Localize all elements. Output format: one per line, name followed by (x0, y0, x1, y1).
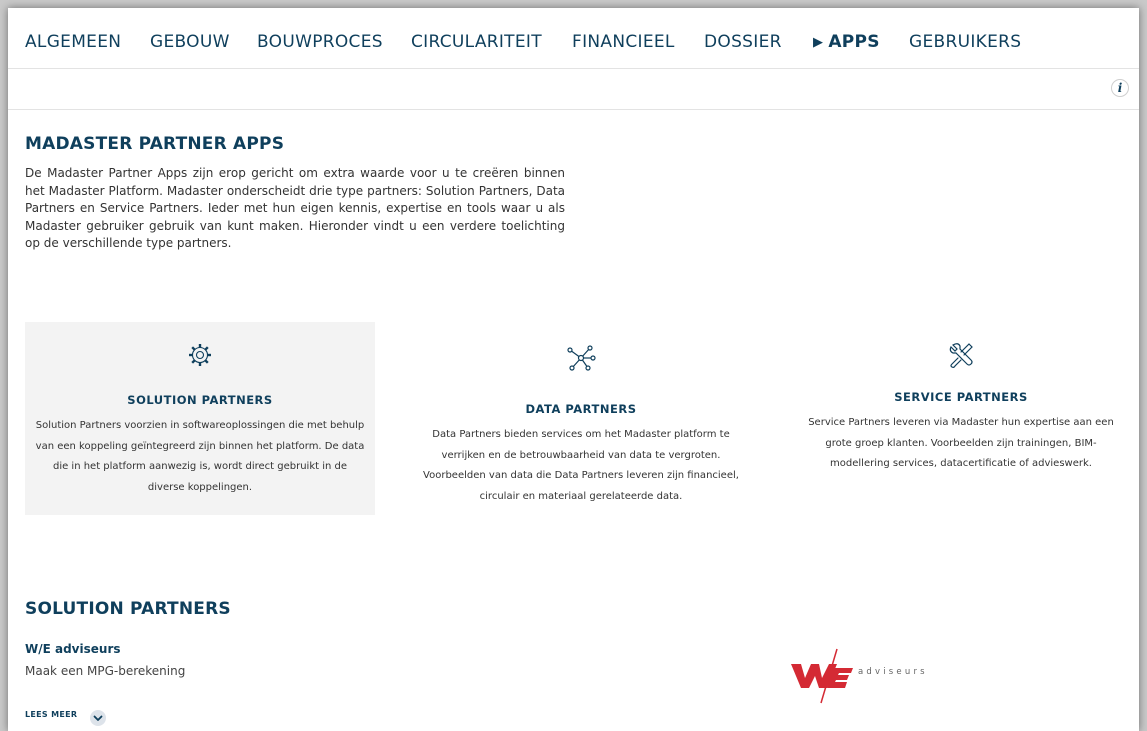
partner-description: Maak een MPG-berekening (25, 664, 186, 678)
chevron-down-icon[interactable] (90, 710, 106, 726)
read-more-link[interactable]: LEES MEER (25, 710, 77, 719)
nav-bouwproces[interactable]: BOUWPROCES (257, 32, 383, 52)
solution-partners-heading: SOLUTION PARTNERS (25, 599, 231, 619)
card-title: DATA PARTNERS (525, 402, 637, 416)
card-data-partners[interactable]: DATA PARTNERS Data Partners bieden servi… (406, 322, 756, 515)
info-bar: i (8, 69, 1139, 110)
nav-dossier[interactable]: DOSSIER (704, 32, 782, 52)
card-description: Data Partners bieden services om het Mad… (423, 429, 739, 502)
nav-financieel[interactable]: FINANCIEEL (572, 32, 675, 52)
nav-apps-label: APPS (828, 32, 880, 52)
nav-apps[interactable]: ▶ APPS (813, 32, 880, 54)
app-window: ALGEMEEN GEBOUW BOUWPROCES CIRCULARITEIT… (8, 8, 1139, 731)
card-service-partners[interactable]: SERVICE PARTNERS Service Partners levere… (786, 322, 1136, 515)
card-title: SERVICE PARTNERS (894, 390, 1028, 404)
active-arrow-icon: ▶ (813, 35, 824, 50)
we-adviseurs-logo (789, 646, 855, 710)
main-nav: ALGEMEEN GEBOUW BOUWPROCES CIRCULARITEIT… (8, 8, 1139, 69)
card-description: Service Partners leveren via Madaster hu… (808, 417, 1114, 469)
network-nodes-icon (406, 344, 756, 376)
gear-icon (25, 342, 375, 372)
nav-circulariteit[interactable]: CIRCULARITEIT (411, 32, 542, 52)
nav-algemeen[interactable]: ALGEMEEN (25, 32, 121, 52)
info-icon[interactable]: i (1111, 79, 1129, 97)
logo-text: adviseurs (858, 667, 928, 677)
card-description: Solution Partners voorzien in softwareop… (35, 420, 365, 493)
partner-name: W/E adviseurs (25, 642, 121, 656)
page-title: MADASTER PARTNER APPS (25, 134, 285, 154)
intro-text: De Madaster Partner Apps zijn erop geric… (25, 166, 565, 250)
tools-icon (786, 341, 1136, 373)
nav-gebruikers[interactable]: GEBRUIKERS (909, 32, 1021, 52)
card-solution-partners[interactable]: SOLUTION PARTNERS Solution Partners voor… (25, 322, 375, 515)
card-title: SOLUTION PARTNERS (127, 393, 273, 407)
nav-gebouw[interactable]: GEBOUW (150, 32, 230, 52)
